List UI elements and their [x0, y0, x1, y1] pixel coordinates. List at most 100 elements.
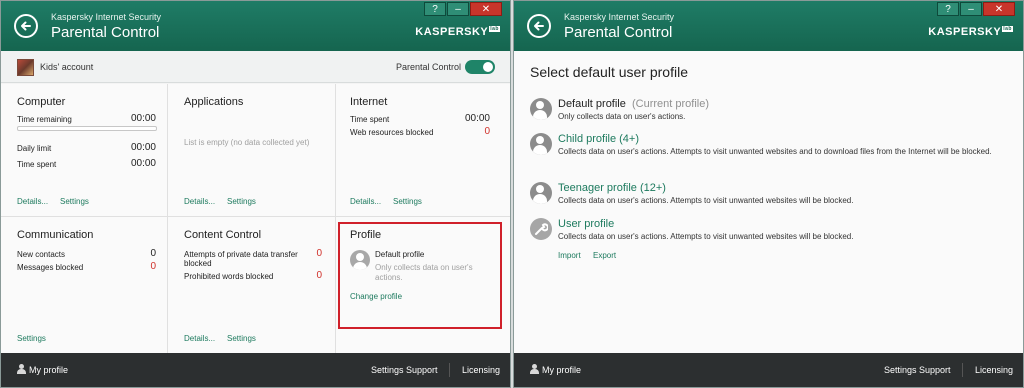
my-profile-link[interactable]: My profile	[542, 365, 581, 375]
content-control-details-link[interactable]: Details...	[184, 334, 215, 343]
profile-select-panel: Select default user profile Default prof…	[514, 51, 1023, 353]
minimize-button[interactable]: –	[447, 2, 469, 16]
messages-blocked-value: 0	[150, 261, 156, 272]
applications-tile: Applications List is empty (no data coll…	[168, 84, 336, 217]
internet-time-spent-value: 00:00	[464, 113, 490, 124]
person-icon	[530, 182, 552, 204]
daily-limit-value: 00:00	[130, 142, 156, 153]
profile-description: Collects data on user's actions. Attempt…	[558, 147, 992, 156]
applications-settings-link[interactable]: Settings	[227, 197, 256, 206]
web-blocked-label: Web resources blocked	[350, 128, 434, 137]
messages-blocked-label: Messages blocked	[17, 263, 84, 272]
window-controls: ? – ✕	[937, 2, 1015, 16]
profile-description: Collects data on user's actions. Attempt…	[558, 196, 854, 205]
applications-details-link[interactable]: Details...	[184, 197, 215, 206]
footer-settings-link[interactable]: Settings	[371, 365, 404, 375]
profile-option-default[interactable]: Default profile (Current profile) Only c…	[530, 98, 1010, 124]
profile-highlight-box	[338, 222, 502, 329]
footer-support-link[interactable]: Support	[919, 365, 951, 375]
new-contacts-value: 0	[150, 248, 156, 259]
prohibited-words-value: 0	[316, 270, 322, 281]
communication-tile: Communication New contacts 0 Messages bl…	[1, 217, 168, 354]
applications-title: Applications	[184, 96, 244, 108]
web-blocked-value: 0	[484, 126, 490, 137]
app-name: Kaspersky Internet Security	[564, 12, 675, 22]
parental-control-window: Kaspersky Internet Security Parental Con…	[0, 0, 511, 388]
time-spent-label: Time spent	[17, 160, 57, 169]
parental-control-toggle[interactable]	[465, 60, 495, 74]
title-bar: Kaspersky Internet Security Parental Con…	[514, 1, 1023, 51]
back-arrow-icon	[534, 21, 544, 31]
internet-tile: Internet Time spent 00:00 Web resources …	[336, 84, 510, 217]
new-contacts-label: New contacts	[17, 250, 66, 259]
import-link[interactable]: Import	[558, 251, 581, 260]
kaspersky-logo: KASPERSKY lab	[928, 26, 1013, 38]
avatar	[17, 59, 34, 76]
profile-option-user[interactable]: User profile Collects data on user's act…	[530, 218, 1010, 244]
my-profile-link[interactable]: My profile	[29, 365, 68, 375]
wrench-icon	[530, 218, 552, 240]
applications-empty-text: List is empty (no data collected yet)	[184, 138, 310, 147]
page-title: Parental Control	[51, 24, 160, 41]
kaspersky-logo: KASPERSKY lab	[415, 26, 500, 38]
user-icon	[530, 364, 539, 374]
transfer-value: 0	[316, 248, 322, 259]
communication-title: Communication	[17, 229, 94, 241]
computer-settings-link[interactable]: Settings	[60, 197, 89, 206]
page-title: Parental Control	[564, 24, 673, 41]
help-button[interactable]: ?	[937, 2, 959, 16]
content-control-title: Content Control	[184, 229, 262, 241]
profile-description: Only collects data on user's actions.	[558, 112, 686, 121]
back-button[interactable]	[527, 14, 551, 38]
time-remaining-label: Time remaining	[17, 115, 72, 124]
profile-name: Child profile (4+)	[558, 133, 640, 145]
computer-tile: Computer Time remaining 00:00 Daily limi…	[1, 84, 168, 217]
transfer-label: Attempts of private data transfer blocked	[184, 250, 298, 268]
person-icon	[530, 98, 552, 120]
footer-licensing-link[interactable]: Licensing	[462, 365, 500, 375]
account-name: Kids' account	[40, 62, 94, 72]
close-button[interactable]: ✕	[983, 2, 1015, 16]
internet-title: Internet	[350, 96, 388, 108]
footer-divider	[449, 363, 450, 377]
export-link[interactable]: Export	[593, 251, 616, 260]
daily-limit-label: Daily limit	[17, 144, 52, 153]
app-name: Kaspersky Internet Security	[51, 12, 162, 22]
profile-name: User profile	[558, 218, 615, 230]
toggle-knob	[483, 62, 493, 72]
internet-time-spent-label: Time spent	[350, 115, 390, 124]
internet-settings-link[interactable]: Settings	[393, 197, 422, 206]
footer-bar: My profile Settings Support Licensing	[1, 353, 510, 387]
window-controls: ? – ✕	[424, 2, 502, 16]
footer-divider	[962, 363, 963, 377]
parental-control-label: Parental Control	[396, 62, 462, 72]
footer-settings-link[interactable]: Settings	[884, 365, 917, 375]
time-spent-value: 00:00	[130, 158, 156, 169]
content-control-tile: Content Control Attempts of private data…	[168, 217, 336, 354]
internet-details-link[interactable]: Details...	[350, 197, 381, 206]
back-button[interactable]	[14, 14, 38, 38]
person-icon	[530, 133, 552, 155]
profile-option-child[interactable]: Child profile (4+) Collects data on user…	[530, 133, 1010, 169]
help-button[interactable]: ?	[424, 2, 446, 16]
profile-select-window: Kaspersky Internet Security Parental Con…	[513, 0, 1024, 388]
profile-name: Default profile (Current profile)	[558, 98, 710, 110]
footer-licensing-link[interactable]: Licensing	[975, 365, 1013, 375]
footer-support-link[interactable]: Support	[406, 365, 438, 375]
prohibited-words-label: Prohibited words blocked	[184, 272, 274, 281]
title-bar: Kaspersky Internet Security Parental Con…	[1, 1, 510, 51]
profile-name: Teenager profile (12+)	[558, 182, 666, 194]
profile-option-teenager[interactable]: Teenager profile (12+) Collects data on …	[530, 182, 1010, 208]
user-icon	[17, 364, 26, 374]
computer-details-link[interactable]: Details...	[17, 197, 48, 206]
time-remaining-bar	[17, 126, 157, 131]
back-arrow-icon	[21, 21, 31, 31]
content-control-settings-link[interactable]: Settings	[227, 334, 256, 343]
time-remaining-value: 00:00	[130, 113, 156, 124]
minimize-button[interactable]: –	[960, 2, 982, 16]
footer-bar: My profile Settings Support Licensing	[514, 353, 1023, 387]
communication-settings-link[interactable]: Settings	[17, 334, 46, 343]
close-button[interactable]: ✕	[470, 2, 502, 16]
computer-title: Computer	[17, 96, 66, 108]
profile-description: Collects data on user's actions. Attempt…	[558, 232, 854, 241]
